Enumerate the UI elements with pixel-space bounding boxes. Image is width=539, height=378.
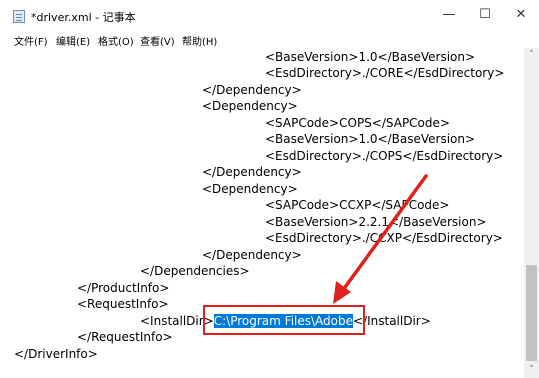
menu-format[interactable]: 格式(O) — [98, 33, 134, 48]
close-button[interactable]: ✕ — [506, 6, 536, 24]
code-line: <BaseVersion>1.0</BaseVersion> — [265, 132, 476, 146]
code-line: <EsdDirectory>./CORE</EsdDirectory> — [265, 66, 505, 80]
code-line: </Dependency> — [202, 248, 302, 262]
code-line: </ProductInfo> — [77, 281, 170, 295]
code-line: <RequestInfo> — [77, 297, 169, 311]
window-title: *driver.xml - 记事本 — [31, 11, 136, 24]
notepad-icon — [13, 10, 25, 23]
code-line: </RequestInfo> — [77, 330, 173, 344]
code-line: </Dependencies> — [140, 264, 250, 278]
scroll-thumb[interactable] — [526, 265, 537, 361]
vertical-scrollbar[interactable]: ˄ ˅ — [524, 48, 539, 378]
code-line: <EsdDirectory>./CCXP</EsdDirectory> — [265, 231, 503, 245]
code-line: </DriverInfo> — [14, 347, 98, 361]
code-line: <BaseVersion>1.0</BaseVersion> — [265, 50, 476, 64]
menu-bar: 文件(F) 编辑(E) 格式(O) 查看(V) 帮助(H) — [0, 30, 539, 48]
menu-help[interactable]: 帮助(H) — [182, 33, 217, 48]
scroll-up-arrow-icon[interactable]: ˄ — [524, 48, 539, 63]
menu-view[interactable]: 查看(V) — [140, 33, 175, 48]
code-line: <BaseVersion>2.2.1</BaseVersion> — [265, 215, 487, 229]
maximize-button[interactable]: ☐ — [470, 6, 500, 24]
code-line: <SAPCode>COPS</SAPCode> — [265, 116, 450, 130]
menu-file[interactable]: 文件(F) — [14, 33, 48, 48]
code-line: <Dependency> — [202, 99, 298, 113]
menu-edit[interactable]: 编辑(E) — [56, 33, 90, 48]
code-line: </Dependency> — [202, 165, 302, 179]
code-line: <EsdDirectory>./COPS</EsdDirectory> — [265, 149, 504, 163]
highlight-box — [203, 305, 365, 335]
title-bar: *driver.xml - 记事本 — ☐ ✕ — [0, 0, 539, 30]
code-line: </Dependency> — [202, 83, 302, 97]
scroll-down-arrow-icon[interactable]: ˅ — [524, 363, 539, 378]
minimize-button[interactable]: — — [434, 6, 464, 24]
code-line: <Dependency> — [202, 182, 298, 196]
code-line: <SAPCode>CCXP</SAPCode> — [265, 198, 450, 212]
